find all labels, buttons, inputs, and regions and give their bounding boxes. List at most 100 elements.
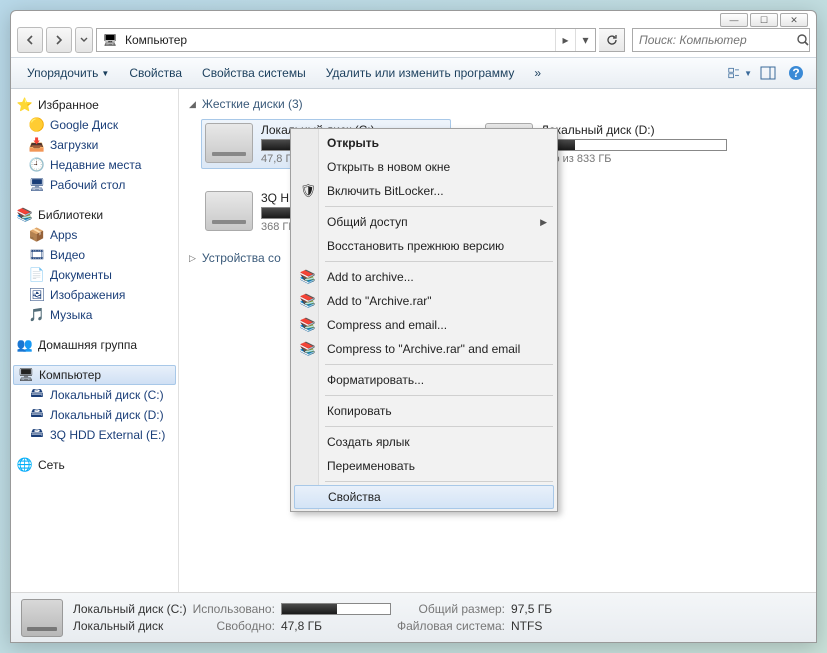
computer-icon: 🖥 [100, 30, 120, 50]
documents-icon: 📄 [29, 267, 45, 283]
sidebar-item-pictures[interactable]: 🖼Изображения [11, 285, 178, 305]
video-icon: 🎞 [29, 247, 45, 263]
preview-pane-button[interactable] [756, 62, 780, 84]
view-mode-button[interactable]: ▼ [728, 62, 752, 84]
cm-copy[interactable]: Копировать [293, 399, 555, 423]
search-input[interactable] [633, 33, 796, 47]
address-bar[interactable]: 🖥 Компьютер ▸ ▾ [96, 28, 596, 52]
sidebar-item-drive-c[interactable]: 🖴Локальный диск (C:) [11, 385, 178, 405]
organize-menu[interactable]: Упорядочить ▼ [19, 62, 117, 84]
navigation-pane: ⭐Избранное 🟡Google Диск 📥Загрузки 🕘Недав… [11, 89, 179, 592]
address-segment-dropdown[interactable]: ▸ [555, 29, 575, 51]
drive-icon: 🖴 [29, 407, 45, 423]
sidebar-item-documents[interactable]: 📄Документы [11, 265, 178, 285]
history-dropdown[interactable] [75, 27, 93, 53]
forward-button[interactable] [46, 27, 72, 53]
details-pane: Локальный диск (C:) Использовано: Общий … [11, 592, 816, 642]
sidebar-item-videos[interactable]: 🎞Видео [11, 245, 178, 265]
sidebar-item-apps[interactable]: 📦Apps [11, 225, 178, 245]
desktop-icon: 🖥 [29, 177, 45, 193]
status-drive-name: Локальный диск (C:) [73, 602, 187, 616]
sidebar-network-header[interactable]: 🌐Сеть [11, 455, 178, 475]
address-dropdown[interactable]: ▾ [575, 29, 595, 51]
cm-open-new-window[interactable]: Открыть в новом окне [293, 155, 555, 179]
drive-usage-bar [541, 139, 727, 151]
properties-button[interactable]: Свойства [121, 62, 190, 84]
network-icon: 🌐 [17, 457, 33, 473]
winrar-icon: 📚 [299, 268, 317, 286]
status-total-value: 97,5 ГБ [511, 602, 552, 616]
status-total-label: Общий размер: [397, 602, 505, 616]
sidebar-item-desktop[interactable]: 🖥Рабочий стол [11, 175, 178, 195]
address-text: Компьютер [123, 33, 555, 47]
pictures-icon: 🖼 [29, 287, 45, 303]
drive-icon [205, 123, 253, 163]
titlebar: — ☐ ✕ [11, 11, 816, 23]
navigation-bar: 🖥 Компьютер ▸ ▾ [11, 23, 816, 57]
status-free-label: Свободно: [193, 619, 275, 633]
drive-icon [21, 599, 63, 637]
sidebar-homegroup-header[interactable]: 👥Домашняя группа [11, 335, 178, 355]
star-icon: ⭐ [17, 97, 33, 113]
search-box[interactable] [632, 28, 810, 52]
status-fs-value: NTFS [511, 619, 552, 633]
sidebar-item-drive-d[interactable]: 🖴Локальный диск (D:) [11, 405, 178, 425]
cm-format[interactable]: Форматировать... [293, 368, 555, 392]
command-bar: Упорядочить ▼ Свойства Свойства системы … [11, 57, 816, 89]
cm-properties[interactable]: Свойства [294, 485, 554, 509]
libraries-icon: 📚 [17, 207, 33, 223]
shield-icon: 🛡 [299, 182, 317, 200]
section-hard-disks[interactable]: ◢Жесткие диски (3) [189, 97, 806, 111]
sidebar-libraries-header[interactable]: 📚Библиотеки [11, 205, 178, 225]
winrar-icon: 📚 [299, 292, 317, 310]
sidebar-item-music[interactable]: 🎵Музыка [11, 305, 178, 325]
drive-free-text: дно из 833 ГБ [541, 153, 727, 165]
cm-compress-rar-email[interactable]: 📚Compress to "Archive.rar" and email [293, 337, 555, 361]
music-icon: 🎵 [29, 307, 45, 323]
cm-sharing[interactable]: Общий доступ▶ [293, 210, 555, 234]
system-properties-button[interactable]: Свойства системы [194, 62, 314, 84]
status-drive-type: Локальный диск [73, 619, 187, 633]
status-usage-bar [281, 603, 391, 615]
sidebar-favorites-header[interactable]: ⭐Избранное [11, 95, 178, 115]
sidebar-computer-header[interactable]: 🖥Компьютер [13, 365, 176, 385]
more-commands[interactable]: » [526, 62, 549, 84]
sidebar-item-drive-e[interactable]: 🖴3Q HDD External (E:) [11, 425, 178, 445]
drive-label: Локальный диск (D:) [541, 123, 727, 137]
cm-bitlocker[interactable]: 🛡Включить BitLocker... [293, 179, 555, 203]
cm-compress-email[interactable]: 📚Compress and email... [293, 313, 555, 337]
winrar-icon: 📚 [299, 340, 317, 358]
context-menu: Открыть Открыть в новом окне 🛡Включить B… [290, 128, 558, 512]
drive-icon [205, 191, 253, 231]
back-button[interactable] [17, 27, 43, 53]
cm-open[interactable]: Открыть [293, 131, 555, 155]
cm-create-shortcut[interactable]: Создать ярлык [293, 430, 555, 454]
drive-icon: 🖴 [29, 427, 45, 443]
collapse-icon: ◢ [189, 99, 196, 110]
computer-icon: 🖥 [18, 367, 34, 383]
downloads-icon: 📥 [29, 137, 45, 153]
recent-icon: 🕘 [29, 157, 45, 173]
winrar-icon: 📚 [299, 316, 317, 334]
uninstall-button[interactable]: Удалить или изменить программу [318, 62, 523, 84]
sidebar-item-recent[interactable]: 🕘Недавние места [11, 155, 178, 175]
status-used-label: Использовано: [193, 602, 275, 616]
explorer-window: — ☐ ✕ 🖥 Компьютер ▸ ▾ Упорядочить ▼ Свой… [10, 10, 817, 643]
drive-icon: 🖴 [29, 387, 45, 403]
sidebar-item-google-drive[interactable]: 🟡Google Диск [11, 115, 178, 135]
cm-add-to-archive[interactable]: 📚Add to archive... [293, 265, 555, 289]
cm-rename[interactable]: Переименовать [293, 454, 555, 478]
expand-icon: ▷ [189, 253, 196, 264]
submenu-arrow-icon: ▶ [540, 217, 547, 228]
svg-text:?: ? [792, 66, 799, 80]
homegroup-icon: 👥 [17, 337, 33, 353]
cm-restore-previous[interactable]: Восстановить прежнюю версию [293, 234, 555, 258]
refresh-button[interactable] [599, 28, 625, 52]
cm-add-to-archive-rar[interactable]: 📚Add to "Archive.rar" [293, 289, 555, 313]
folder-icon: 🟡 [29, 117, 45, 133]
sidebar-item-downloads[interactable]: 📥Загрузки [11, 135, 178, 155]
search-icon[interactable] [796, 29, 810, 51]
status-fs-label: Файловая система: [397, 619, 505, 633]
help-button[interactable]: ? [784, 62, 808, 84]
apps-icon: 📦 [29, 227, 45, 243]
